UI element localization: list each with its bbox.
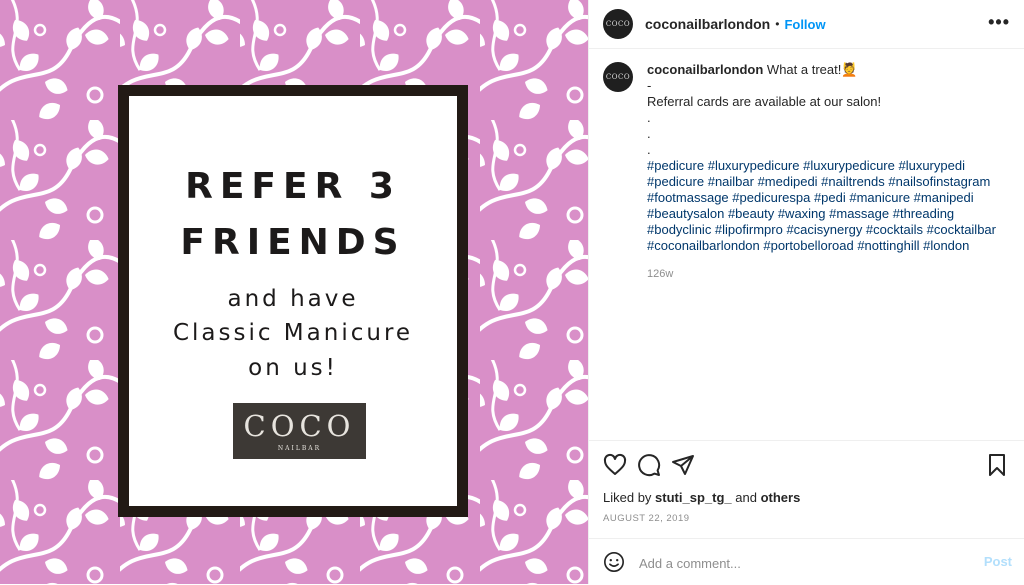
body-line-2: Classic Manicure bbox=[172, 320, 414, 346]
action-bar bbox=[589, 440, 1024, 491]
avatar[interactable]: COCO bbox=[603, 9, 633, 39]
headline-line-1: REFER 3 bbox=[185, 166, 401, 207]
post-header: COCO coconailbarlondon • Follow ••• bbox=[589, 0, 1024, 49]
logo-sub-text: NAILBAR bbox=[277, 445, 322, 452]
logo-main-text: COCO bbox=[243, 409, 356, 443]
post-image[interactable]: REFER 3 FRIENDS and have Classic Manicur… bbox=[0, 0, 588, 584]
caption-avatar[interactable]: COCO bbox=[603, 62, 633, 92]
bookmark-icon[interactable] bbox=[985, 453, 1009, 477]
headline-line-2: FRIENDS bbox=[180, 222, 406, 263]
more-options-icon[interactable]: ••• bbox=[988, 12, 1010, 33]
likes-and: and bbox=[735, 490, 757, 505]
likes-others-link[interactable]: others bbox=[761, 490, 801, 505]
body-line-1: and have bbox=[227, 286, 359, 312]
comment-icon[interactable] bbox=[637, 453, 661, 477]
caption-timestamp[interactable]: 126w bbox=[647, 266, 1007, 282]
caption-dash: - bbox=[647, 78, 652, 93]
caption-dot-3: . bbox=[647, 142, 651, 157]
likes-summary: Liked by stuti_sp_tg_ and others bbox=[603, 490, 800, 505]
caption-dot-1: . bbox=[647, 110, 651, 125]
comment-input[interactable] bbox=[637, 549, 961, 577]
coco-nailbar-logo: COCO NAILBAR bbox=[233, 403, 366, 459]
post-comment-button[interactable]: Post bbox=[984, 554, 1012, 569]
separator-dot: • bbox=[775, 17, 780, 31]
body-line-3: on us! bbox=[248, 355, 338, 381]
heart-icon[interactable] bbox=[603, 453, 627, 477]
hashtags[interactable]: #pedicure #luxurypedicure #luxurypedicur… bbox=[647, 158, 1007, 254]
post-caption: COCO coconailbarlondon What a treat!💆 - … bbox=[589, 62, 1024, 282]
caption-text: What a treat!💆 bbox=[766, 62, 858, 77]
caption-username-link[interactable]: coconailbarlondon bbox=[647, 62, 763, 77]
caption-line-2: Referral cards are available at our salo… bbox=[647, 94, 882, 109]
post-sidebar: COCO coconailbarlondon • Follow ••• COCO… bbox=[588, 0, 1024, 584]
follow-button[interactable]: Follow bbox=[784, 17, 825, 32]
likes-prefix: Liked by bbox=[603, 490, 652, 505]
emoji-icon[interactable] bbox=[603, 551, 625, 573]
comment-bar: Post bbox=[589, 538, 1024, 585]
post-date[interactable]: AUGUST 22, 2019 bbox=[603, 513, 690, 524]
instagram-post: REFER 3 FRIENDS and have Classic Manicur… bbox=[0, 0, 1024, 584]
referral-card-frame: REFER 3 FRIENDS and have Classic Manicur… bbox=[118, 85, 468, 517]
username-link[interactable]: coconailbarlondon bbox=[645, 16, 770, 32]
liked-by-user-link[interactable]: stuti_sp_tg_ bbox=[655, 490, 732, 505]
referral-card: REFER 3 FRIENDS and have Classic Manicur… bbox=[129, 96, 457, 506]
share-icon[interactable] bbox=[671, 453, 695, 477]
caption-body: coconailbarlondon What a treat!💆 - Refer… bbox=[647, 62, 1007, 282]
caption-dot-2: . bbox=[647, 126, 651, 141]
